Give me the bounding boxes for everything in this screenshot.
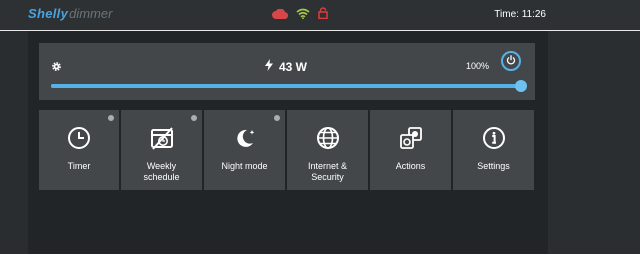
lock-icon	[318, 6, 328, 24]
power-toggle-button[interactable]	[501, 51, 521, 71]
tile-label: Internet & Security	[307, 161, 348, 182]
left-margin	[0, 31, 28, 254]
status-icons	[272, 6, 328, 24]
actions-icon	[398, 125, 424, 151]
status-indicator-dot	[191, 115, 197, 121]
tile-internet-security[interactable]: Internet & Security	[287, 110, 368, 190]
tile-label: Timer	[67, 161, 91, 171]
top-bar: Shellydimmer Time: 11:26	[0, 0, 640, 31]
clock-icon	[66, 125, 92, 151]
tile-settings[interactable]: Settings	[453, 110, 534, 190]
tile-timer[interactable]: Timer	[39, 110, 119, 190]
power-value: 43 W	[279, 59, 308, 74]
brightness-percent: 100%	[465, 61, 489, 71]
wifi-icon	[296, 6, 310, 24]
dimmer-control-card: 43 W 100%	[39, 43, 535, 100]
tile-actions[interactable]: Actions	[370, 110, 451, 190]
globe-icon	[315, 125, 341, 151]
time-display: Time: 11:26	[494, 9, 546, 20]
brightness-slider-thumb[interactable]	[515, 80, 527, 92]
status-indicator-dot	[108, 115, 114, 121]
brightness-slider-fill	[51, 84, 521, 88]
tile-label: Settings	[477, 161, 510, 171]
tile-label: Actions	[395, 161, 426, 171]
tile-label: Weekly schedule	[143, 161, 180, 182]
power-icon	[506, 52, 516, 70]
info-icon	[481, 125, 507, 151]
tile-label: Night mode	[221, 161, 268, 171]
tile-night-mode[interactable]: Night mode	[204, 110, 285, 190]
product-name: dimmer	[69, 6, 113, 21]
menu-tiles: Timer Weekly schedule Night mode Internet &…	[39, 110, 534, 190]
lightning-icon	[265, 59, 273, 74]
brightness-slider-track[interactable]	[51, 84, 521, 88]
calendar-off-icon	[149, 125, 175, 151]
power-readout: 43 W	[265, 59, 307, 74]
brand-logo: Shellydimmer	[28, 6, 112, 22]
gear-icon[interactable]	[51, 59, 62, 71]
moon-icon	[232, 125, 258, 151]
brand-name: Shelly	[28, 6, 69, 21]
status-indicator-dot	[274, 115, 280, 121]
cloud-icon	[272, 6, 289, 24]
tile-weekly-schedule[interactable]: Weekly schedule	[121, 110, 202, 190]
